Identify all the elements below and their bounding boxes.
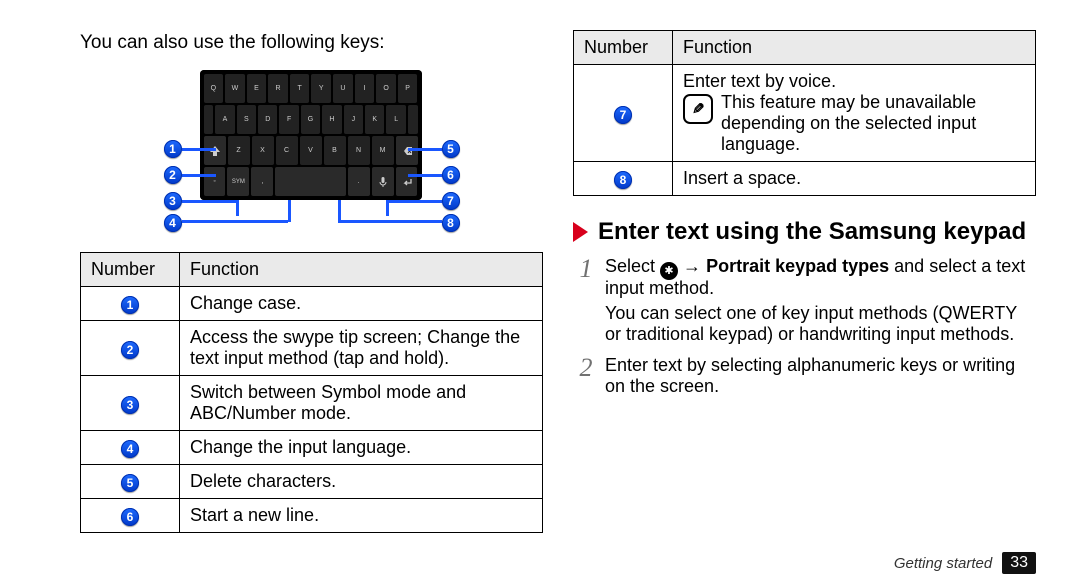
mic-key-icon (372, 167, 394, 196)
page-footer: Getting started 33 (894, 552, 1036, 574)
callout-badge-3: 3 (164, 192, 182, 210)
table-row: 5 Delete characters. (81, 465, 543, 499)
table-row: 6 Start a new line. (81, 499, 543, 533)
row7-line1: Enter text by voice. (683, 71, 1025, 92)
left-function-table: Number Function 1 Change case. 2 Access … (80, 252, 543, 533)
gear-icon (660, 262, 678, 280)
keyboard-image: QWERT YUIOP ASDFG HJKL ZXCV BNM (200, 70, 422, 200)
callout-badge-1: 1 (164, 140, 182, 158)
right-function-table: Number Function 7 Enter text by voice. T… (573, 30, 1036, 196)
chevron-right-icon (573, 222, 588, 242)
row-badge-7: 7 (614, 106, 632, 124)
row-func: Change the input language. (180, 431, 543, 465)
step1-b: → (683, 256, 706, 276)
row-func: Switch between Symbol mode and ABC/Numbe… (180, 376, 543, 431)
steps-list: 1 Select → Portrait keypad types and sel… (573, 256, 1036, 407)
table-row: 2 Access the swype tip screen; Change th… (81, 321, 543, 376)
callout-badge-2: 2 (164, 166, 182, 184)
row-func: Delete characters. (180, 465, 543, 499)
th-function: Function (673, 31, 1036, 65)
sym-key-icon: SYM (227, 167, 249, 196)
intro-text: You can also use the following keys: (80, 32, 543, 54)
step1-note: You can select one of key input methods … (605, 303, 1036, 345)
step1-bold: Portrait keypad types (706, 256, 889, 276)
row-badge-4: 4 (121, 440, 139, 458)
callout-badge-8: 8 (442, 214, 460, 232)
row7-note: This feature may be unavailable dependin… (721, 92, 1025, 155)
callout-badge-6: 6 (442, 166, 460, 184)
row-func: Change case. (180, 287, 543, 321)
row-func: Insert a space. (673, 162, 1036, 196)
callout-badge-7: 7 (442, 192, 460, 210)
option-key-icon: ◦ (204, 167, 226, 196)
row-func: Enter text by voice. This feature may be… (673, 65, 1036, 162)
step2-text: Enter text by selecting alphanumeric key… (605, 355, 1015, 396)
keyboard-figure: QWERT YUIOP ASDFG HJKL ZXCV BNM (142, 70, 482, 240)
return-key-icon (396, 167, 418, 196)
th-number: Number (574, 31, 673, 65)
row-func: Access the swype tip screen; Change the … (180, 321, 543, 376)
step-1: 1 Select → Portrait keypad types and sel… (573, 256, 1036, 345)
row-badge-8: 8 (614, 171, 632, 189)
space-key-icon (275, 167, 345, 196)
row-badge-5: 5 (121, 474, 139, 492)
step-2: 2 Enter text by selecting alphanumeric k… (573, 355, 1036, 397)
row-badge-1: 1 (121, 296, 139, 314)
page-number: 33 (1002, 552, 1036, 574)
table-row: 3 Switch between Symbol mode and ABC/Num… (81, 376, 543, 431)
row-badge-6: 6 (121, 508, 139, 526)
table-row: 7 Enter text by voice. This feature may … (574, 65, 1036, 162)
section-title: Enter text using the Samsung keypad (598, 218, 1026, 246)
callout-badge-5: 5 (442, 140, 460, 158)
table-row: 4 Change the input language. (81, 431, 543, 465)
row-badge-2: 2 (121, 341, 139, 359)
section-heading: Enter text using the Samsung keypad (573, 218, 1036, 246)
table-row: 8 Insert a space. (574, 162, 1036, 196)
footer-section: Getting started (894, 555, 992, 572)
th-function: Function (180, 253, 543, 287)
note-icon (683, 94, 713, 124)
row-badge-3: 3 (121, 396, 139, 414)
th-number: Number (81, 253, 180, 287)
callout-badge-4: 4 (164, 214, 182, 232)
row-func: Start a new line. (180, 499, 543, 533)
table-row: 1 Change case. (81, 287, 543, 321)
step1-a: Select (605, 256, 660, 276)
